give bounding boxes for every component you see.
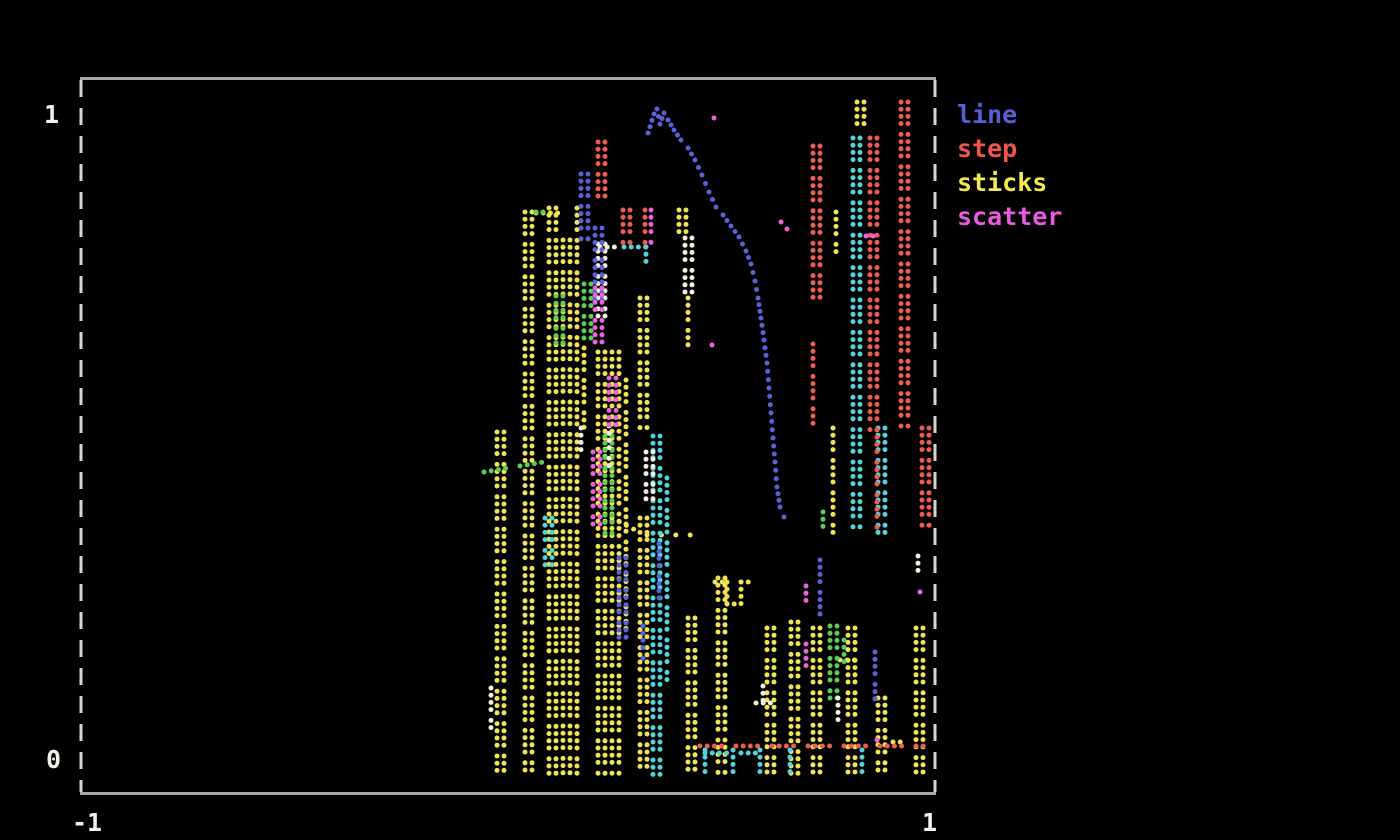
plot-canvas: [0, 0, 1400, 840]
line-dots: [579, 107, 878, 702]
legend-item-line: line: [957, 98, 1062, 132]
legend-item-scatter: scatter: [957, 200, 1062, 234]
x-tick-left: -1: [72, 808, 102, 838]
y-tick-top: 1: [44, 100, 59, 130]
legend-item-sticks: sticks: [957, 166, 1062, 200]
x-tick-right: 1: [922, 808, 937, 838]
step-dots: [596, 100, 932, 749]
legend: linestepsticksscatter: [957, 98, 1062, 234]
terminal-plot: 1 0 -1 1 linestepsticksscatter: [0, 0, 1400, 840]
plot-frame: [80, 79, 936, 794]
y-tick-bottom: 0: [46, 745, 61, 775]
legend-item-step: step: [957, 132, 1062, 166]
